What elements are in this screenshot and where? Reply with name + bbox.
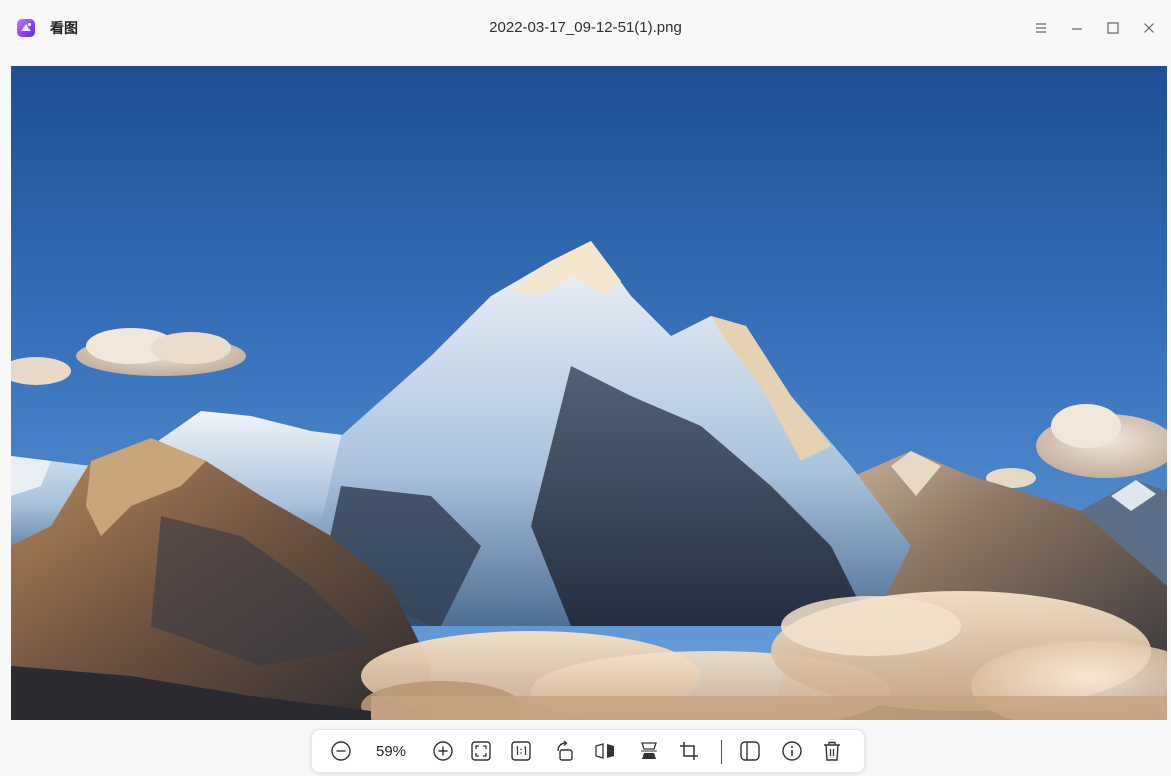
thumbnail-panel-icon bbox=[740, 741, 760, 761]
menu-button[interactable] bbox=[1027, 14, 1055, 42]
menu-icon bbox=[1036, 23, 1046, 33]
zoom-level-label: 59% bbox=[375, 743, 407, 760]
rotate-icon bbox=[557, 740, 573, 761]
flip-vertical-icon bbox=[641, 742, 657, 759]
flip-horizontal-button[interactable] bbox=[592, 738, 618, 764]
minimize-icon bbox=[1072, 28, 1082, 30]
original-size-icon bbox=[511, 741, 531, 761]
flip-vertical-button[interactable] bbox=[636, 738, 662, 764]
fit-window-icon bbox=[471, 741, 491, 761]
image-viewer-window: 看图 2022-03-17_09-12-51(1).png 59% bbox=[0, 0, 1171, 776]
delete-button[interactable] bbox=[819, 738, 845, 764]
bottom-toolbar: 59% bbox=[311, 729, 865, 773]
toolbar-separator bbox=[721, 740, 722, 764]
info-button[interactable] bbox=[779, 738, 805, 764]
zoom-in-icon bbox=[433, 741, 453, 761]
original-size-button[interactable] bbox=[508, 738, 534, 764]
zoom-in-button[interactable] bbox=[430, 738, 456, 764]
flip-horizontal-icon bbox=[595, 743, 614, 759]
maximize-button[interactable] bbox=[1099, 14, 1127, 42]
crop-icon bbox=[680, 742, 698, 760]
delete-icon bbox=[824, 741, 840, 761]
maximize-icon bbox=[1107, 22, 1119, 34]
info-icon bbox=[782, 741, 802, 761]
fit-window-button[interactable] bbox=[468, 738, 494, 764]
zoom-out-button[interactable] bbox=[328, 738, 354, 764]
close-icon bbox=[1144, 23, 1154, 33]
window-title: 2022-03-17_09-12-51(1).png bbox=[489, 19, 682, 36]
mountain-landscape-image bbox=[11, 66, 1167, 720]
close-button[interactable] bbox=[1135, 14, 1163, 42]
image-canvas[interactable] bbox=[11, 66, 1167, 720]
minimize-button[interactable] bbox=[1063, 14, 1091, 42]
title-bar[interactable]: 看图 2022-03-17_09-12-51(1).png bbox=[0, 0, 1171, 58]
crop-button[interactable] bbox=[676, 738, 702, 764]
thumbnail-panel-button[interactable] bbox=[737, 738, 763, 764]
zoom-out-icon bbox=[331, 741, 351, 761]
rotate-button[interactable] bbox=[552, 738, 578, 764]
